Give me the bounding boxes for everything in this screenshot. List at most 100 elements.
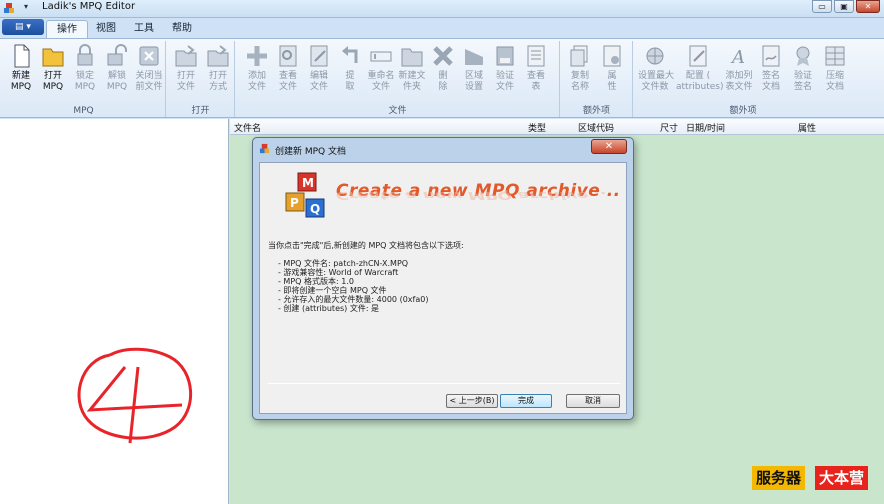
open-mpq-label: 打开 MPQ [42,71,64,92]
window-title: Ladik's MPQ Editor [42,1,136,12]
dialog-close-button[interactable]: ✕ [591,139,627,154]
ribbon-group-open: 打开 文件 打开 方式 打开 [167,41,235,117]
ribbon-tab-row: ▤ ▾ 操作 视图 工具 帮助 [0,18,884,38]
cancel-button[interactable]: 取消 [566,394,620,408]
verify-signature-button[interactable]: 验证 签名 [788,43,818,97]
dialog-separator [268,383,620,384]
new-folder-label: 新建文 件夹 [398,71,426,92]
verify-signature-icon [796,46,810,66]
configure-icon [689,45,707,67]
ribbon: 新建 MPQ 打开 MPQ 锁定 MPQ 解锁 MPQ 关闭当 前文件 MPQ … [0,38,884,118]
edit-file-button[interactable]: 编辑 文件 [304,43,334,97]
verify-signature-label: 验证 签名 [793,71,812,92]
column-size[interactable]: 尺寸 [660,121,678,134]
open-mpq-button[interactable]: 打开 MPQ [38,43,68,97]
group-label-mpq: MPQ [73,106,94,116]
watermark-part2: 大本营 [815,466,869,490]
mpq-cube-logo-icon: M P Q [285,172,325,218]
open-folder-icon [42,48,64,67]
add-file-label: 添加 文件 [247,71,266,92]
ribbon-group-file: 添加 文件 查看 文件 编辑 文件 提 取 重命名 文件 新建文 件夹 删 除 [236,41,560,117]
open-with-button[interactable]: 打开 方式 [203,43,233,97]
open-file-button[interactable]: 打开 文件 [171,43,201,97]
tree-panel[interactable] [0,119,229,504]
compact-archive-button[interactable]: 压缩 文档 [820,43,850,97]
set-max-files-button[interactable]: 设置最大 文件数 [638,43,674,97]
lock-mpq-button[interactable]: 锁定 MPQ [70,43,100,97]
create-mpq-dialog: 创建新 MPQ 文档 ✕ M P Q Create a new MPQ arch… [252,137,634,420]
tab-help[interactable]: 帮助 [162,20,202,38]
add-icon [247,46,267,66]
tab-tools[interactable]: 工具 [124,20,164,38]
compact-archive-label: 压缩 文档 [825,71,844,92]
open-with-icon [207,45,229,67]
unlock-mpq-button[interactable]: 解锁 MPQ [102,43,132,97]
app-menu-button[interactable]: ▤ ▾ [2,19,44,35]
compact-icon [825,46,845,66]
finish-button[interactable]: 完成 [500,394,552,408]
group-label-extras-1: 额外项 [582,106,610,116]
unlock-icon [107,44,127,66]
maximize-button[interactable]: ▣ [834,0,854,13]
view-table-button[interactable]: 查看 表 [521,43,551,97]
rename-file-button[interactable]: 重命名 文件 [366,43,396,97]
view-file-button[interactable]: 查看 文件 [273,43,303,97]
sign-archive-button[interactable]: 签名 文档 [756,43,786,97]
close-button[interactable]: ✕ [856,0,880,13]
open-file-label: 打开 文件 [176,71,195,92]
add-listfile-button[interactable]: A 添加列 表文件 [724,43,754,97]
column-datetime[interactable]: 日期/时间 [686,121,725,134]
detail-max-files: - 允许存入的最大文件数量: 4000 (0xfa0) [278,295,429,304]
detail-attributes: - 创建 (attributes) 文件: 是 [278,304,380,313]
verify-file-icon [496,46,514,66]
tab-view[interactable]: 视图 [86,20,126,38]
quick-access-dropdown-icon[interactable]: ▾ [20,2,32,14]
add-file-button[interactable]: 添加 文件 [242,43,272,97]
back-button[interactable]: < 上一步(B) [446,394,498,408]
column-header: 文件名 类型 区域代码 尺寸 日期/时间 属性 [230,119,884,135]
properties-button[interactable]: 属 性 [597,43,627,97]
verify-file-label: 验证 文件 [495,71,514,92]
detail-game-compat: - 游戏兼容性: World of Warcraft [278,268,399,277]
sign-icon [762,45,780,67]
view-file-label: 查看 文件 [278,71,297,92]
minimize-button[interactable]: ▭ [812,0,832,13]
add-listfile-icon: A [730,47,745,68]
svg-text:M: M [302,176,314,190]
dialog-body: M P Q Create a new MPQ archive .. Create… [259,162,627,414]
lock-icon [77,44,93,66]
new-folder-button[interactable]: 新建文 件夹 [397,43,427,97]
open-file-icon [175,45,197,67]
delete-label: 删 除 [438,71,448,92]
svg-text:A: A [730,47,745,68]
configure-attributes-button[interactable]: 配置 ( attributes) [676,43,723,97]
group-label-open: 打开 [191,106,210,116]
detail-format-version: - MPQ 格式版本: 1.0 [278,277,354,286]
delete-icon [433,46,453,66]
tab-operations[interactable]: 操作 [46,20,88,38]
view-table-icon [527,45,545,67]
column-locale[interactable]: 区域代码 [578,121,614,134]
new-mpq-button[interactable]: 新建 MPQ [6,43,36,97]
locale-settings-button[interactable]: 区域 设置 [459,43,489,97]
column-type[interactable]: 类型 [528,121,546,134]
open-with-label: 打开 方式 [208,71,227,92]
dialog-intro-text: 当你点击"完成"后,新创建的 MPQ 文档将包含以下选项: [268,241,464,250]
copy-name-button[interactable]: 复制 名称 [565,43,595,97]
verify-file-button[interactable]: 验证 文件 [490,43,520,97]
delete-button[interactable]: 删 除 [428,43,458,97]
banner-reflection: Create a new MPQ archive .. [336,189,608,201]
close-current-file-button[interactable]: 关闭当 前文件 [134,43,164,97]
dialog-titlebar: 创建新 MPQ 文档 ✕ [253,138,633,162]
column-filename[interactable]: 文件名 [234,121,261,134]
properties-icon [603,45,621,67]
extract-icon [342,46,358,63]
ribbon-group-extras-2: 设置最大 文件数 配置 ( attributes) A 添加列 表文件 签名 文… [634,41,852,117]
close-current-file-label: 关闭当 前文件 [135,71,163,92]
unlock-mpq-label: 解锁 MPQ [106,71,128,92]
copy-name-label: 复制 名称 [570,71,589,92]
group-label-file: 文件 [388,106,407,116]
edit-file-icon [310,45,328,67]
extract-button[interactable]: 提 取 [335,43,365,97]
column-attributes[interactable]: 属性 [798,121,816,134]
